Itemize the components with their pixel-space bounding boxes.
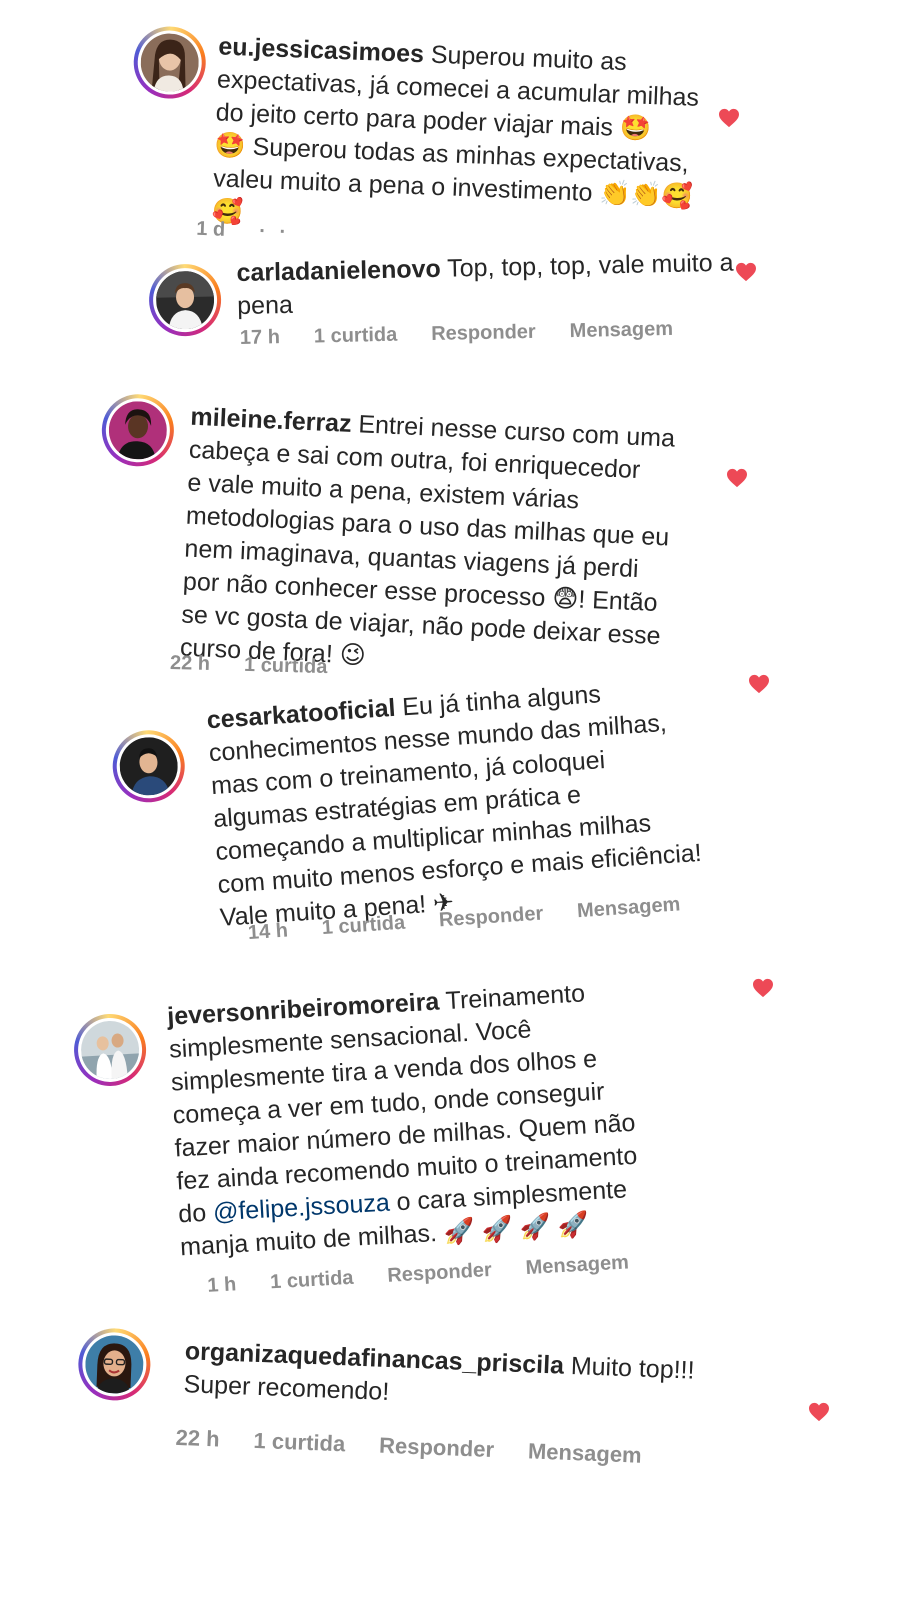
profile-photo-icon bbox=[155, 270, 215, 330]
reply-button[interactable]: Responder bbox=[379, 1433, 495, 1463]
comment: organizaquedafinancas_priscila Muito top… bbox=[0, 1320, 898, 1514]
comment-time: 17 h bbox=[239, 326, 281, 349]
profile-photo-icon bbox=[107, 400, 169, 461]
comment-time: 22 h bbox=[175, 1424, 221, 1452]
avatar[interactable] bbox=[72, 1012, 149, 1088]
like-heart-icon[interactable] bbox=[748, 674, 770, 694]
comment-text: jeversonribeiromoreira Treinamento simpl… bbox=[166, 979, 638, 1262]
message-button[interactable]: Mensagem bbox=[576, 893, 681, 923]
avatar[interactable] bbox=[110, 727, 188, 805]
avatar[interactable] bbox=[132, 25, 208, 100]
comment-text: eu.jessicasimoes Superou muito as expect… bbox=[211, 32, 700, 227]
comment-time: 1 h bbox=[206, 1273, 237, 1297]
message-button[interactable]: Mensagem bbox=[569, 318, 673, 343]
like-heart-icon[interactable] bbox=[726, 468, 748, 488]
comment-meta: 17 h 1 curtida Responder Mensagem bbox=[240, 318, 674, 350]
message-button[interactable]: Mensagem bbox=[525, 1251, 629, 1280]
message-button[interactable]: Mensagem bbox=[528, 1438, 643, 1468]
reply-button[interactable]: Responder bbox=[431, 321, 536, 346]
comment-time: 1 d bbox=[195, 217, 226, 241]
comment-likes[interactable]: 1 curtida bbox=[270, 1267, 355, 1295]
comment-meta: 22 h 1 curtida bbox=[170, 652, 328, 679]
avatar[interactable] bbox=[148, 263, 222, 337]
avatar[interactable] bbox=[77, 1327, 152, 1402]
comment-meta: 22 h 1 curtida Responder Mensagem bbox=[175, 1425, 642, 1469]
comment-username[interactable]: eu.jessicasimoes bbox=[218, 32, 425, 68]
comment-likes[interactable]: 1 curtida bbox=[244, 654, 328, 679]
comment: carladanielenovo Top, top, top, vale mui… bbox=[0, 231, 899, 360]
like-heart-icon[interactable] bbox=[752, 978, 774, 998]
like-heart-icon[interactable] bbox=[808, 1402, 830, 1422]
comment-likes[interactable]: 1 curtida bbox=[314, 324, 398, 349]
comment-text: mileine.ferraz Entrei nesse curso com um… bbox=[179, 402, 676, 670]
comment-text: organizaquedafinancas_priscila Muito top… bbox=[183, 1337, 696, 1406]
comment-likes[interactable]: 1 curtida bbox=[321, 912, 406, 940]
like-heart-icon[interactable] bbox=[735, 262, 757, 282]
like-heart-icon[interactable] bbox=[718, 108, 740, 128]
comment-username[interactable]: carladanielenovo bbox=[236, 255, 441, 287]
profile-photo-icon bbox=[84, 1334, 145, 1395]
avatar[interactable] bbox=[100, 392, 176, 468]
reply-button[interactable]: Responder bbox=[387, 1259, 493, 1288]
comment-likes[interactable]: 1 curtida bbox=[253, 1428, 346, 1458]
profile-photo-icon bbox=[117, 735, 180, 798]
comment-username[interactable]: mileine.ferraz bbox=[190, 403, 352, 438]
profile-photo-icon bbox=[139, 32, 200, 93]
reply-button[interactable]: Responder bbox=[438, 902, 544, 932]
mention-link[interactable]: @felipe.jssouza bbox=[212, 1189, 390, 1227]
profile-photo-icon bbox=[79, 1019, 141, 1081]
comment-time: 22 h bbox=[169, 651, 211, 675]
comment-time: 14 h bbox=[247, 919, 289, 945]
comment-text: carladanielenovo Top, top, top, vale mui… bbox=[236, 248, 734, 321]
